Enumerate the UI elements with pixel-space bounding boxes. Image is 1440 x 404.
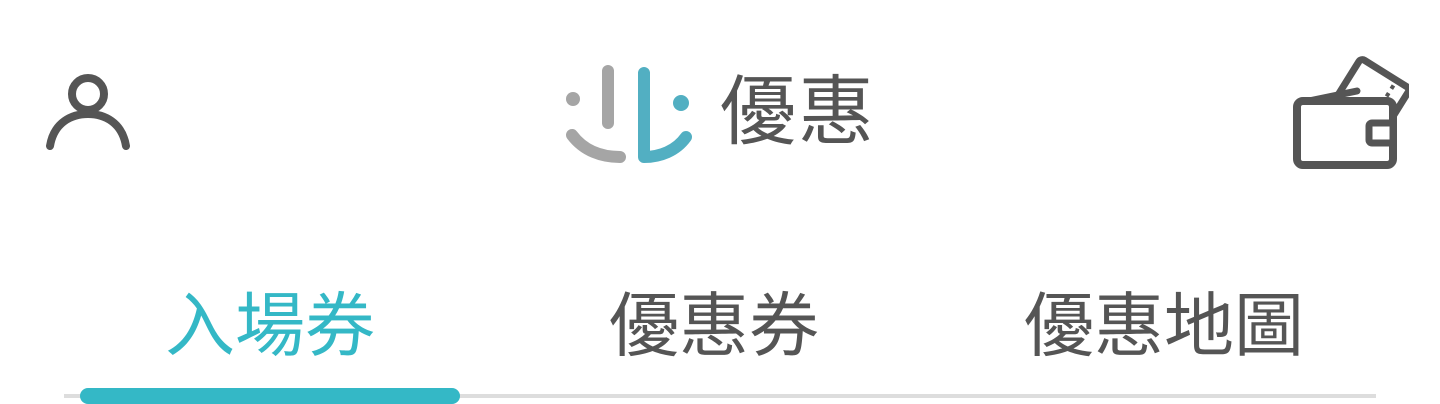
tab-admission-tickets[interactable]: 入場券 xyxy=(80,276,460,376)
tab-offers-map[interactable]: 優惠地圖 xyxy=(964,276,1364,376)
active-tab-indicator xyxy=(80,388,460,404)
tab-coupons[interactable]: 優惠券 xyxy=(524,276,904,376)
profile-button[interactable] xyxy=(36,60,140,160)
ticket-wallet-button[interactable] xyxy=(1280,46,1414,176)
brand-logo-icon xyxy=(566,65,692,163)
ticket-wallet-icon xyxy=(1293,56,1409,169)
app-header: 優惠 xyxy=(0,0,1440,210)
page-title: 優惠 xyxy=(720,67,876,156)
tab-bar: 入場券 優惠券 優惠地圖 xyxy=(64,276,1376,404)
brand: 優惠 xyxy=(560,52,876,172)
user-icon xyxy=(46,74,130,150)
